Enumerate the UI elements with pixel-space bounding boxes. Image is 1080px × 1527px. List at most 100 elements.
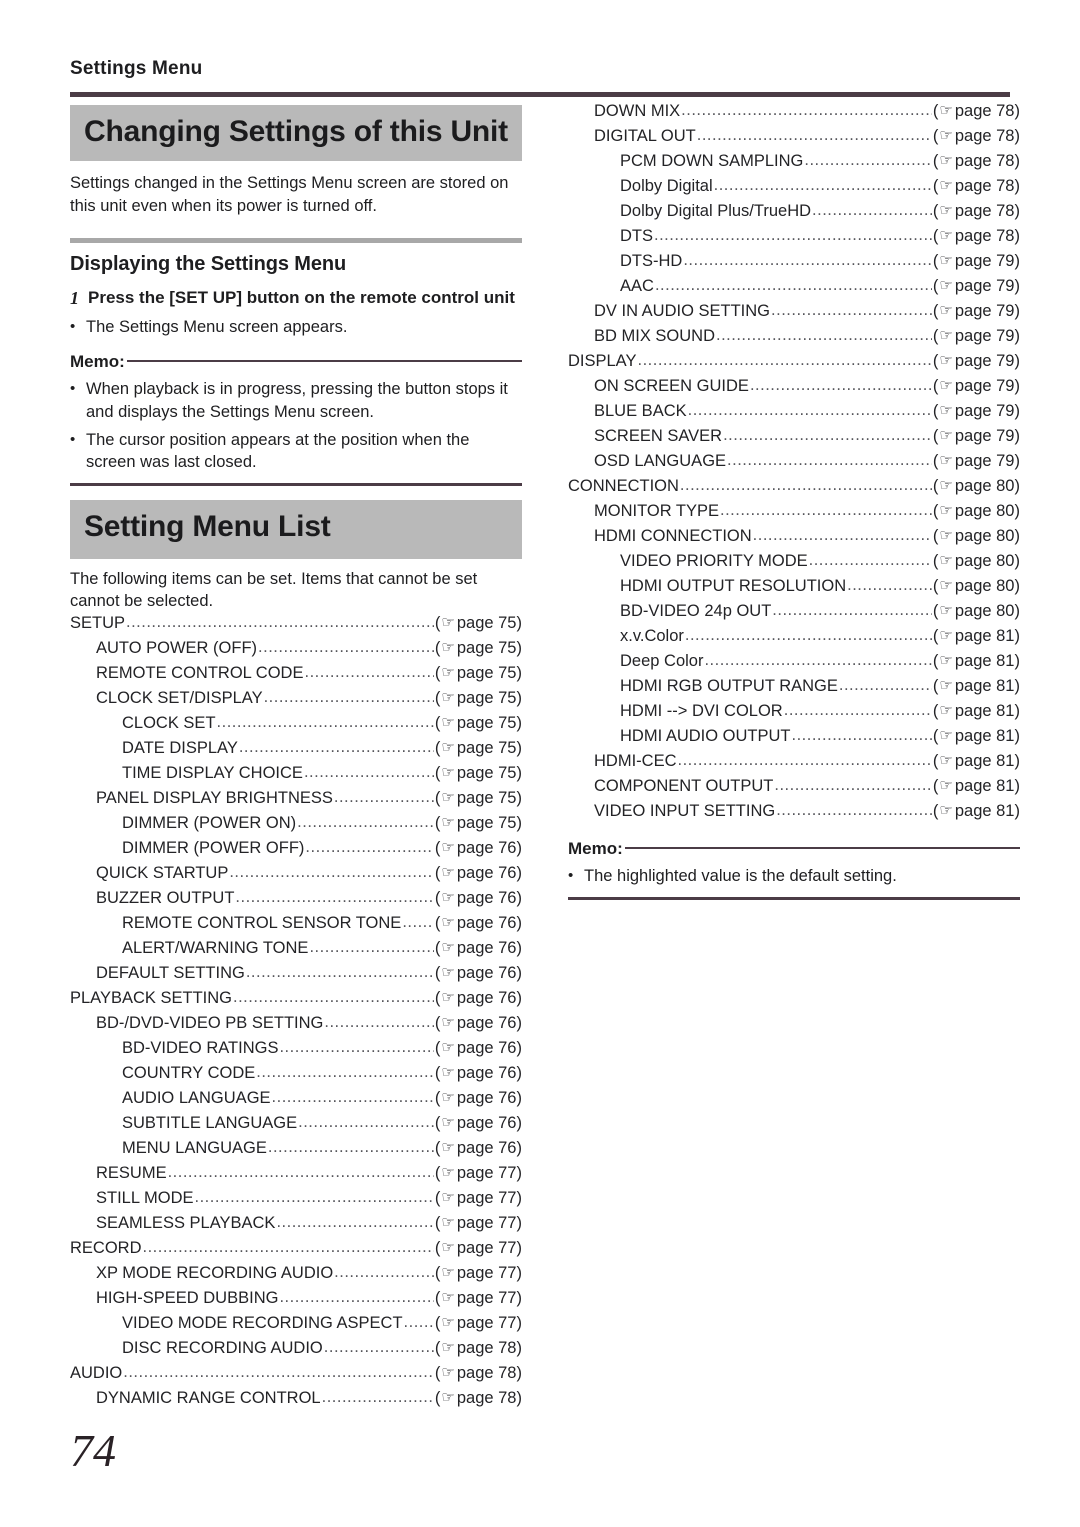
toc-page-reference[interactable]: (☞ page 77) — [435, 1314, 522, 1333]
toc-page-reference[interactable]: (☞ page 78) — [933, 127, 1020, 146]
toc-entry[interactable]: BLUE BACK...............................… — [568, 401, 1020, 427]
toc-page-reference[interactable]: (☞ page 75) — [435, 789, 522, 808]
toc-page-reference[interactable]: (☞ page 79) — [933, 377, 1020, 396]
toc-page-reference[interactable]: (☞ page 75) — [435, 689, 522, 708]
toc-entry[interactable]: DISC RECORDING AUDIO....................… — [70, 1338, 522, 1364]
toc-page-reference[interactable]: (☞ page 76) — [435, 889, 522, 908]
toc-entry[interactable]: PANEL DISPLAY BRIGHTNESS................… — [70, 788, 522, 814]
toc-page-reference[interactable]: (☞ page 81) — [933, 802, 1020, 821]
toc-entry[interactable]: DEFAULT SETTING.........................… — [70, 963, 522, 989]
toc-entry[interactable]: OSD LANGUAGE............................… — [568, 451, 1020, 477]
toc-entry[interactable]: HDMI AUDIO OUTPUT.......................… — [568, 726, 1020, 752]
toc-entry[interactable]: DTS.....................................… — [568, 226, 1020, 252]
toc-entry[interactable]: HDMI --> DVI COLOR......................… — [568, 701, 1020, 727]
toc-page-reference[interactable]: (☞ page 81) — [933, 727, 1020, 746]
toc-entry[interactable]: AAC.....................................… — [568, 276, 1020, 302]
toc-entry[interactable]: RESUME..................................… — [70, 1163, 522, 1189]
toc-entry[interactable]: XP MODE RECORDING AUDIO.................… — [70, 1263, 522, 1289]
toc-entry[interactable]: DOWN MIX................................… — [568, 101, 1020, 127]
toc-page-reference[interactable]: (☞ page 79) — [933, 452, 1020, 471]
toc-page-reference[interactable]: (☞ page 80) — [933, 602, 1020, 621]
toc-entry[interactable]: VIDEO PRIORITY MODE.....................… — [568, 551, 1020, 577]
toc-page-reference[interactable]: (☞ page 75) — [435, 614, 522, 633]
toc-page-reference[interactable]: (☞ page 80) — [933, 577, 1020, 596]
toc-page-reference[interactable]: (☞ page 81) — [933, 752, 1020, 771]
toc-entry[interactable]: AUTO POWER (OFF)........................… — [70, 638, 522, 664]
toc-page-reference[interactable]: (☞ page 80) — [933, 552, 1020, 571]
toc-page-reference[interactable]: (☞ page 77) — [435, 1264, 522, 1283]
toc-page-reference[interactable]: (☞ page 78) — [933, 227, 1020, 246]
toc-entry[interactable]: HIGH-SPEED DUBBING......................… — [70, 1288, 522, 1314]
toc-page-reference[interactable]: (☞ page 79) — [933, 302, 1020, 321]
toc-entry[interactable]: DIMMER (POWER OFF)......................… — [70, 838, 522, 864]
toc-page-reference[interactable]: (☞ page 77) — [435, 1289, 522, 1308]
toc-page-reference[interactable]: (☞ page 78) — [435, 1364, 522, 1383]
toc-page-reference[interactable]: (☞ page 76) — [435, 1089, 522, 1108]
toc-entry[interactable]: BD-/DVD-VIDEO PB SETTING................… — [70, 1013, 522, 1039]
toc-entry[interactable]: REMOTE CONTROL CODE.....................… — [70, 663, 522, 689]
toc-page-reference[interactable]: (☞ page 76) — [435, 939, 522, 958]
toc-page-reference[interactable]: (☞ page 79) — [933, 402, 1020, 421]
toc-page-reference[interactable]: (☞ page 76) — [435, 1139, 522, 1158]
toc-page-reference[interactable]: (☞ page 81) — [933, 702, 1020, 721]
toc-entry[interactable]: DTS-HD..................................… — [568, 251, 1020, 277]
toc-entry[interactable]: MENU LANGUAGE...........................… — [70, 1138, 522, 1164]
toc-page-reference[interactable]: (☞ page 77) — [435, 1189, 522, 1208]
toc-page-reference[interactable]: (☞ page 78) — [435, 1389, 522, 1408]
toc-page-reference[interactable]: (☞ page 80) — [933, 527, 1020, 546]
toc-page-reference[interactable]: (☞ page 78) — [933, 202, 1020, 221]
toc-page-reference[interactable]: (☞ page 79) — [933, 327, 1020, 346]
toc-page-reference[interactable]: (☞ page 75) — [435, 764, 522, 783]
toc-entry[interactable]: MONITOR TYPE............................… — [568, 501, 1020, 527]
toc-page-reference[interactable]: (☞ page 76) — [435, 864, 522, 883]
toc-entry[interactable]: SEAMLESS PLAYBACK.......................… — [70, 1213, 522, 1239]
toc-page-reference[interactable]: (☞ page 76) — [435, 964, 522, 983]
toc-entry[interactable]: DIMMER (POWER ON).......................… — [70, 813, 522, 839]
toc-page-reference[interactable]: (☞ page 81) — [933, 777, 1020, 796]
toc-entry[interactable]: HDMI RGB OUTPUT RANGE...................… — [568, 676, 1020, 702]
toc-page-reference[interactable]: (☞ page 81) — [933, 652, 1020, 671]
toc-entry[interactable]: HDMI CONNECTION.........................… — [568, 526, 1020, 552]
toc-page-reference[interactable]: (☞ page 77) — [435, 1239, 522, 1258]
toc-page-reference[interactable]: (☞ page 76) — [435, 1039, 522, 1058]
toc-entry[interactable]: DATE DISPLAY............................… — [70, 738, 522, 764]
toc-entry[interactable]: HDMI OUTPUT RESOLUTION..................… — [568, 576, 1020, 602]
toc-entry[interactable]: HDMI-CEC................................… — [568, 751, 1020, 777]
toc-entry[interactable]: SCREEN SAVER............................… — [568, 426, 1020, 452]
toc-page-reference[interactable]: (☞ page 75) — [435, 714, 522, 733]
toc-page-reference[interactable]: (☞ page 76) — [435, 914, 522, 933]
toc-entry[interactable]: CONNECTION..............................… — [568, 476, 1020, 502]
toc-page-reference[interactable]: (☞ page 81) — [933, 677, 1020, 696]
toc-entry[interactable]: DISPLAY.................................… — [568, 351, 1020, 377]
toc-page-reference[interactable]: (☞ page 76) — [435, 1114, 522, 1133]
toc-page-reference[interactable]: (☞ page 79) — [933, 277, 1020, 296]
toc-entry[interactable]: Deep Color..............................… — [568, 651, 1020, 677]
toc-entry[interactable]: QUICK STARTUP...........................… — [70, 863, 522, 889]
toc-entry[interactable]: DIGITAL OUT.............................… — [568, 126, 1020, 152]
toc-entry[interactable]: AUDIO LANGUAGE..........................… — [70, 1088, 522, 1114]
toc-page-reference[interactable]: (☞ page 76) — [435, 839, 522, 858]
toc-entry[interactable]: Dolby Digital Plus/TrueHD...............… — [568, 201, 1020, 227]
toc-page-reference[interactable]: (☞ page 76) — [435, 1064, 522, 1083]
toc-page-reference[interactable]: (☞ page 76) — [435, 1014, 522, 1033]
toc-entry[interactable]: TIME DISPLAY CHOICE.....................… — [70, 763, 522, 789]
toc-entry[interactable]: CLOCK SET/DISPLAY.......................… — [70, 688, 522, 714]
toc-entry[interactable]: DV IN AUDIO SETTING.....................… — [568, 301, 1020, 327]
toc-page-reference[interactable]: (☞ page 78) — [933, 102, 1020, 121]
toc-page-reference[interactable]: (☞ page 78) — [933, 152, 1020, 171]
toc-entry[interactable]: COUNTRY CODE............................… — [70, 1063, 522, 1089]
toc-page-reference[interactable]: (☞ page 80) — [933, 477, 1020, 496]
toc-entry[interactable]: x.v.Color...............................… — [568, 626, 1020, 652]
toc-entry[interactable]: ON SCREEN GUIDE.........................… — [568, 376, 1020, 402]
toc-entry[interactable]: VIDEO INPUT SETTING.....................… — [568, 801, 1020, 827]
toc-entry[interactable]: REMOTE CONTROL SENSOR TONE..............… — [70, 913, 522, 939]
toc-page-reference[interactable]: (☞ page 76) — [435, 989, 522, 1008]
toc-page-reference[interactable]: (☞ page 79) — [933, 352, 1020, 371]
toc-entry[interactable]: BUZZER OUTPUT...........................… — [70, 888, 522, 914]
toc-entry[interactable]: Dolby Digital...........................… — [568, 176, 1020, 202]
toc-entry[interactable]: SETUP...................................… — [70, 613, 522, 639]
toc-entry[interactable]: RECORD..................................… — [70, 1238, 522, 1264]
toc-entry[interactable]: BD-VIDEO RATINGS........................… — [70, 1038, 522, 1064]
toc-page-reference[interactable]: (☞ page 78) — [933, 177, 1020, 196]
toc-page-reference[interactable]: (☞ page 75) — [435, 814, 522, 833]
